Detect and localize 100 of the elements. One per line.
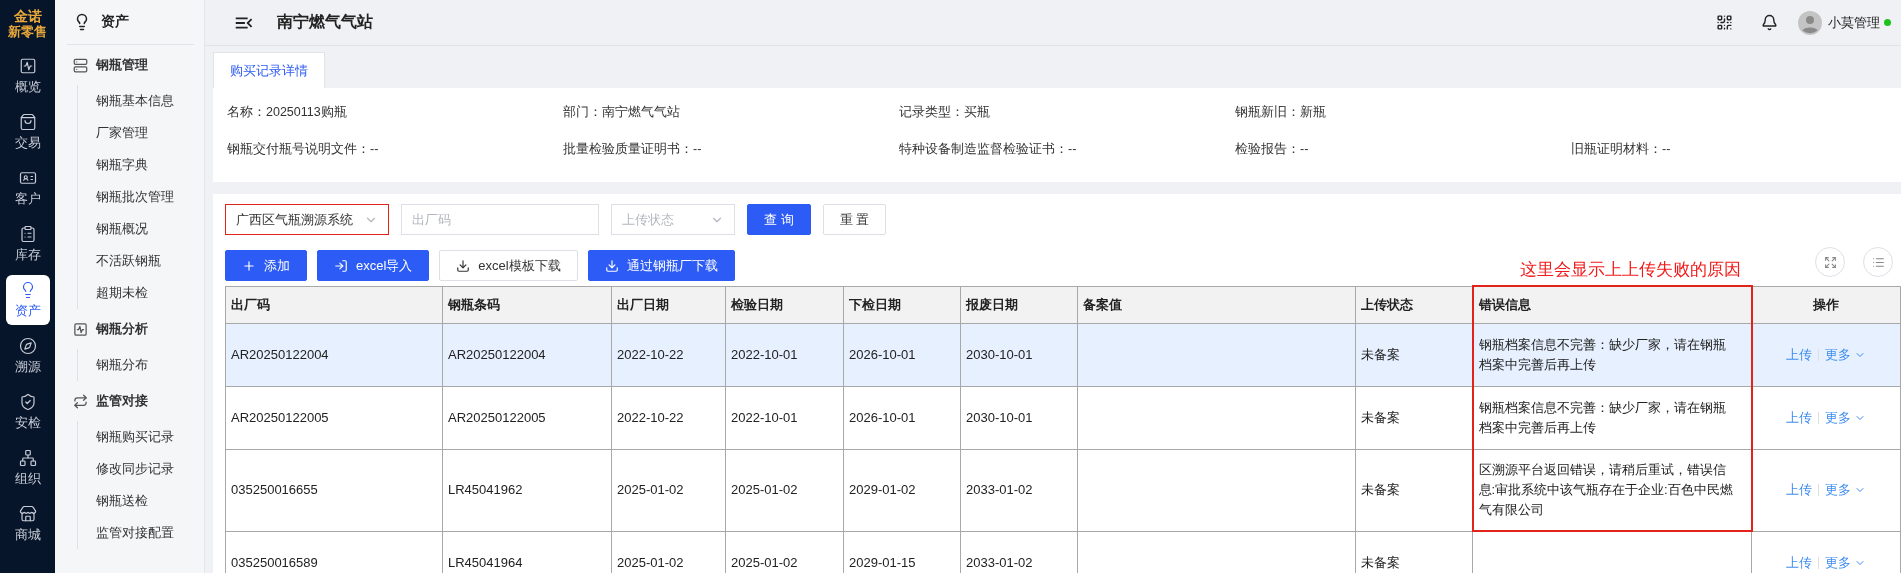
table-cell: 2022-10-22 <box>611 386 726 449</box>
rail-icon <box>18 112 37 131</box>
plus-icon <box>242 258 256 273</box>
detail-field: 特种设备制造监督检验证书：-- <box>899 141 1235 158</box>
expand-icon <box>1823 255 1837 269</box>
table-cell: AR20250122004 <box>225 323 443 386</box>
table-cell: 2022-10-01 <box>725 323 844 386</box>
search-button[interactable]: 查 询 <box>747 204 811 235</box>
detail-field: 批量检验质量证明书：-- <box>563 141 899 158</box>
group-icon <box>73 57 88 73</box>
avatar-icon[interactable] <box>1798 10 1822 35</box>
rail-icon <box>18 448 37 467</box>
rail-icon <box>18 504 37 523</box>
column-header: 上传状态 <box>1355 286 1473 323</box>
table-cell: 2030-10-01 <box>960 323 1078 386</box>
upload-link[interactable]: 上传 <box>1786 552 1812 573</box>
menu-item[interactable]: 钢瓶字典 <box>96 149 194 181</box>
upload-link[interactable]: 上传 <box>1786 480 1813 500</box>
rail-icon <box>18 56 37 75</box>
rail-item[interactable]: 溯源 <box>5 331 50 381</box>
table-row[interactable]: 035250016589 LR45041964 2025-01-02 2025-01-02 2029-01-15 2033-01-02 未备案 上传 更多 <box>225 531 1901 573</box>
table-cell: AR20250122004 <box>442 323 612 386</box>
column-header: 钢瓶条码 <box>442 286 612 323</box>
menu-item[interactable]: 钢瓶基本信息 <box>96 85 194 117</box>
table-cell: 2026-10-01 <box>843 386 961 449</box>
table-cell: 2022-10-01 <box>725 386 844 449</box>
action-button[interactable]: excel模板下载 <box>439 250 578 281</box>
table-cell: 2025-01-02 <box>725 449 844 531</box>
rail-icon <box>18 336 37 355</box>
menu-item[interactable]: 不活跃钢瓶 <box>96 245 194 277</box>
menu-group[interactable]: 监管对接 <box>96 392 148 410</box>
bell-icon[interactable] <box>1761 14 1778 31</box>
list-icon <box>1871 255 1885 269</box>
select-field[interactable]: 广西区气瓶溯源系统 <box>225 204 389 235</box>
column-header: 出厂码 <box>225 286 443 323</box>
menu-item[interactable]: 钢瓶购买记录 <box>96 421 194 453</box>
detail-field: 钢瓶新旧：新瓶 <box>1235 104 1571 121</box>
rail-item[interactable]: 商城 <box>5 499 50 549</box>
action-button[interactable]: 通过钢瓶厂下载 <box>587 250 735 281</box>
group-icon <box>73 321 88 337</box>
import-icon <box>334 258 348 273</box>
input-field[interactable]: 出厂码 <box>401 204 599 235</box>
table-row[interactable]: AR20250122005 AR20250122005 2022-10-22 2022-10-01 2026-10-01 2030-10-01 未备案 钢瓶档案信息不完善：缺少厂家，请在钢瓶档案中完善后再上传 上传 更多 <box>225 386 1901 449</box>
table-cell: AR20250122005 <box>442 386 612 449</box>
table-cell: LR45041962 <box>442 449 612 531</box>
download-icon <box>604 258 619 273</box>
brand-subtitle: 新零售 <box>8 24 47 40</box>
table-cell: 2033-01-02 <box>960 449 1078 531</box>
group-icon <box>73 393 88 409</box>
menu-item[interactable]: 钢瓶批次管理 <box>96 181 194 213</box>
detail-field: 部门：南宁燃气气站 <box>563 104 899 121</box>
rail-item[interactable]: 客户 <box>5 163 50 213</box>
more-link[interactable]: 更多 <box>1825 480 1867 500</box>
menu-item[interactable]: 厂家管理 <box>96 117 194 149</box>
user-name[interactable]: 小莫管理 <box>1828 13 1880 32</box>
menu-item[interactable]: 钢瓶送检 <box>96 485 194 517</box>
rail-item[interactable]: 组织 <box>5 443 50 493</box>
menu-item[interactable]: 修改同步记录 <box>96 453 194 485</box>
rail-item[interactable]: 库存 <box>5 219 50 269</box>
rail-icon <box>18 224 37 243</box>
table-cell: AR20250122005 <box>225 386 443 449</box>
column-header: 备案值 <box>1077 286 1356 323</box>
menu-title: 资产 <box>101 13 129 31</box>
rail-icon <box>18 392 37 411</box>
menu-item[interactable]: 监管对接配置 <box>96 517 194 549</box>
table-cell: 035250016589 <box>225 531 443 573</box>
detail-field: 旧瓶证明材料：-- <box>1571 141 1901 158</box>
menu-group[interactable]: 钢瓶管理 <box>96 56 148 74</box>
table-row[interactable]: 035250016655 LR45041962 2025-01-02 2025-01-02 2029-01-02 2033-01-02 未备案 区溯源平台返回错误，请稍后重试，错误信息:审批系统中该气瓶存在于企业:百色中民燃气有限公司 上传 更多 <box>225 449 1901 531</box>
rail-item[interactable]: 概览 <box>5 51 50 101</box>
more-link[interactable]: 更多 <box>1825 552 1866 573</box>
menu-group[interactable]: 钢瓶分析 <box>96 320 148 338</box>
qr-code-icon[interactable] <box>1716 14 1733 31</box>
detail-field: 检验报告：-- <box>1235 141 1571 158</box>
action-button[interactable]: 添加 <box>225 250 307 281</box>
tab[interactable]: 购买记录详情 <box>213 52 325 88</box>
column-header: 下检日期 <box>843 286 961 323</box>
detail-field: 记录类型：买瓶 <box>899 104 1235 121</box>
detail-field: 名称：20250113购瓶 <box>227 104 563 121</box>
rail-item[interactable]: 交易 <box>5 107 50 157</box>
upload-link[interactable]: 上传 <box>1786 407 1813 428</box>
menu-item[interactable]: 超期未检 <box>96 277 194 309</box>
download-icon <box>456 258 471 273</box>
brand-logo: 金诺 <box>13 8 42 24</box>
menu-item[interactable]: 钢瓶分布 <box>96 349 194 381</box>
page-title: 南宁燃气气站 <box>277 12 373 32</box>
rail-item[interactable]: 安检 <box>5 387 50 437</box>
table-cell: 035250016655 <box>225 449 443 531</box>
detail-field: 钢瓶交付瓶号说明文件：-- <box>227 141 563 158</box>
table-cell: 2029-01-02 <box>843 449 961 531</box>
annotation-text: 这里会显示上上传失败的原因 <box>1520 259 1741 281</box>
reset-button[interactable]: 重 置 <box>822 204 887 235</box>
more-link[interactable]: 更多 <box>1825 407 1867 428</box>
table-cell: 2030-10-01 <box>960 386 1078 449</box>
menu-item[interactable]: 钢瓶概况 <box>96 213 194 245</box>
rail-item[interactable]: 资产 <box>5 275 50 325</box>
action-button[interactable]: excel导入 <box>317 250 430 281</box>
column-header: 出厂日期 <box>611 286 726 323</box>
column-header: 错误信息 <box>1472 286 1752 323</box>
fullscreen-button[interactable] <box>1815 247 1845 277</box>
